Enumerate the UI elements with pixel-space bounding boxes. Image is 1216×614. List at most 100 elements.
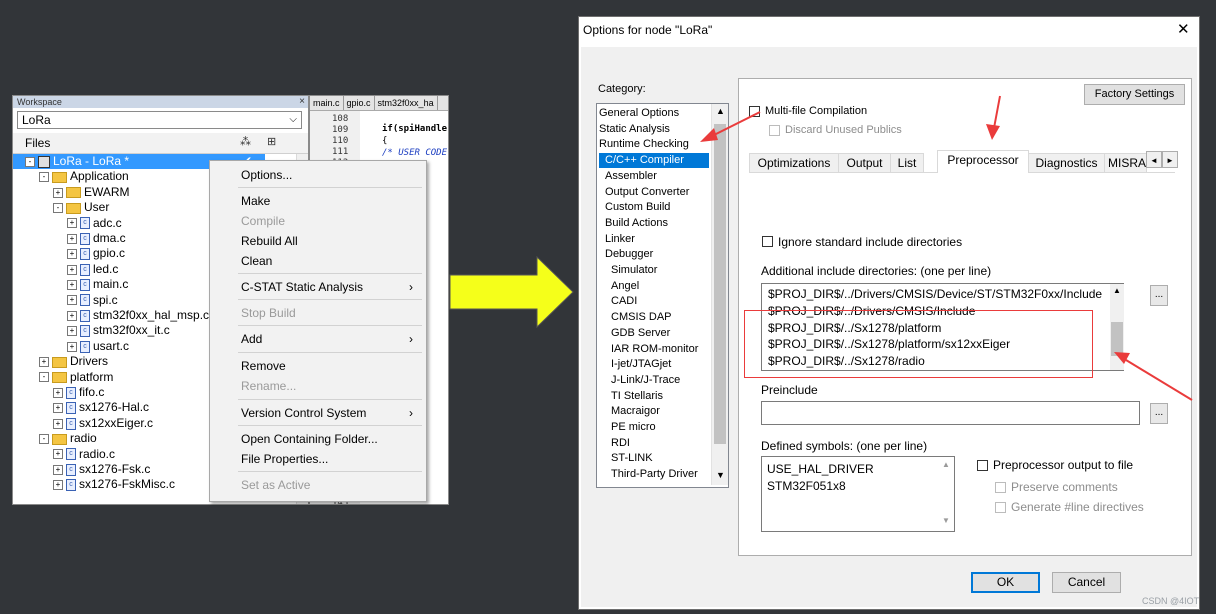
category-item[interactable]: GDB Server	[611, 326, 670, 341]
expand-icon[interactable]: +	[53, 480, 63, 491]
scroll-up-icon[interactable]: ▲	[716, 106, 725, 116]
tree-folder-item[interactable]: - Application	[13, 169, 129, 184]
menu-item-set-as-active[interactable]: Set as Active	[241, 477, 310, 493]
tab-output[interactable]: Output	[838, 153, 891, 172]
menu-item-compile[interactable]: Compile	[241, 213, 285, 229]
tab-optimizations[interactable]: Optimizations	[749, 153, 839, 172]
menu-item-open-containing-folder[interactable]: Open Containing Folder...	[241, 431, 378, 447]
category-item[interactable]: Macraigor	[611, 404, 660, 419]
category-item[interactable]: CMSIS DAP	[611, 310, 672, 325]
category-item[interactable]: General Options	[599, 106, 679, 121]
tree-file-item[interactable]: + c gpio.c	[13, 246, 125, 261]
menu-item-options[interactable]: Options...	[241, 167, 292, 183]
tree-file-item[interactable]: + c dma.c	[13, 231, 126, 246]
scroll-up-icon[interactable]: ▲	[942, 460, 950, 469]
include-scrollbar[interactable]: ▲	[1110, 284, 1124, 370]
factory-settings-button[interactable]: Factory Settings	[1084, 84, 1185, 105]
menu-item-c-stat-static-analysis[interactable]: C-STAT Static Analysis	[241, 279, 363, 295]
category-list[interactable]: ▲ ▼ General Options Static Analysis Runtim…	[596, 103, 729, 488]
expand-icon[interactable]: +	[39, 357, 49, 368]
expand-icon[interactable]: +	[53, 464, 63, 475]
scrollbar-thumb[interactable]	[1111, 322, 1123, 356]
editor-tab-stm32[interactable]: stm32f0xx_ha	[375, 96, 438, 110]
category-item[interactable]: PE micro	[611, 420, 656, 435]
category-scrollbar[interactable]: ▲ ▼	[711, 104, 728, 485]
expand-icon[interactable]: +	[53, 418, 63, 429]
defined-scrollbar[interactable]: ▲ ▼	[940, 457, 954, 531]
discard-unused-checkbox[interactable]	[769, 125, 780, 136]
expand-icon[interactable]: +	[67, 326, 77, 337]
close-icon[interactable]: ✕	[1177, 20, 1190, 38]
expand-icon[interactable]: +	[53, 449, 63, 460]
menu-item-clean[interactable]: Clean	[241, 253, 272, 269]
category-item[interactable]: Assembler	[605, 169, 657, 184]
tree-file-item[interactable]: + c fifo.c	[13, 385, 104, 400]
expand-icon[interactable]: +	[67, 280, 77, 291]
category-item[interactable]: Third-Party Driver	[611, 467, 698, 482]
category-item[interactable]: Build Actions	[605, 216, 668, 231]
category-item[interactable]: RDI	[611, 436, 630, 451]
menu-item-rename[interactable]: Rename...	[241, 378, 296, 394]
expand-icon[interactable]: +	[53, 187, 63, 198]
preinclude-input[interactable]	[761, 401, 1140, 425]
tree-file-item[interactable]: + c spi.c	[13, 293, 118, 308]
scrollbar-thumb[interactable]	[714, 124, 726, 444]
category-item[interactable]: I-jet/JTAGjet	[611, 357, 671, 372]
workspace-config-select[interactable]: LoRa ⌵	[17, 111, 302, 129]
multifile-checkbox[interactable]	[749, 106, 760, 117]
collapse-icon[interactable]: -	[53, 203, 63, 214]
tree-folder-item[interactable]: - radio	[13, 431, 97, 446]
cancel-button[interactable]: Cancel	[1052, 572, 1121, 593]
category-item[interactable]: Angel	[611, 279, 639, 294]
tree-file-item[interactable]: + c usart.c	[13, 339, 129, 354]
tree-folder-item[interactable]: + EWARM	[13, 185, 130, 200]
tab-diagnostics[interactable]: Diagnostics	[1028, 153, 1105, 172]
generate-line-checkbox[interactable]	[995, 502, 1006, 513]
category-item[interactable]: TI Stellaris	[611, 389, 663, 404]
expand-icon[interactable]: +	[67, 310, 77, 321]
expand-icon[interactable]: +	[67, 218, 77, 229]
menu-item-stop-build[interactable]: Stop Build	[241, 305, 296, 321]
menu-item-rebuild-all[interactable]: Rebuild All	[241, 233, 298, 249]
expand-icon[interactable]: +	[53, 387, 63, 398]
category-item[interactable]: Simulator	[611, 263, 657, 278]
tree-file-item[interactable]: + c led.c	[13, 262, 118, 277]
preserve-comments-checkbox[interactable]	[995, 482, 1006, 493]
menu-item-add[interactable]: Add	[241, 331, 262, 347]
scroll-down-icon[interactable]: ▼	[942, 516, 950, 525]
collapse-icon[interactable]: -	[39, 172, 49, 183]
category-item[interactable]: J-Link/J-Trace	[611, 373, 680, 388]
scroll-down-icon[interactable]: ▼	[716, 470, 725, 480]
tree-folder-item[interactable]: - platform	[13, 370, 113, 385]
tree-folder-item[interactable]: - User	[13, 200, 109, 215]
editor-tab-main[interactable]: main.c	[310, 96, 344, 110]
category-item[interactable]: C/C++ Compiler	[605, 153, 684, 168]
menu-item-make[interactable]: Make	[241, 193, 270, 209]
tree-file-item[interactable]: + c main.c	[13, 277, 128, 292]
expand-icon[interactable]: +	[67, 295, 77, 306]
expand-icon[interactable]: +	[67, 249, 77, 260]
tab-preprocessor[interactable]: Preprocessor	[937, 150, 1029, 173]
category-item[interactable]: IAR ROM-monitor	[611, 342, 698, 357]
close-icon[interactable]: ×	[299, 96, 305, 108]
ok-button[interactable]: OK	[971, 572, 1040, 593]
category-item[interactable]: Custom Build	[605, 200, 670, 215]
collapse-icon[interactable]: -	[25, 156, 35, 167]
tree-file-item[interactable]: + c sx1276-FskMisc.c	[13, 477, 175, 492]
tree-file-item[interactable]: + c radio.c	[13, 447, 115, 462]
tree-file-item[interactable]: + c sx1276-Hal.c	[13, 400, 149, 415]
expand-icon[interactable]: +	[67, 341, 77, 352]
category-item[interactable]: Output Converter	[605, 185, 689, 200]
include-browse-button[interactable]: ...	[1150, 285, 1168, 306]
build-status-column-icon[interactable]: ⁂	[240, 135, 251, 148]
menu-item-remove[interactable]: Remove	[241, 358, 286, 374]
tree-file-item[interactable]: + c sx1276-Fsk.c	[13, 462, 150, 477]
expand-icon[interactable]: +	[67, 264, 77, 275]
defined-symbols-textarea[interactable]: USE_HAL_DRIVER STM32F051x8 ▲ ▼	[761, 456, 955, 532]
tab-scroll-left-icon[interactable]: ◄	[1146, 151, 1162, 168]
category-item[interactable]: Static Analysis	[599, 122, 670, 137]
ignore-standard-checkbox[interactable]	[762, 236, 773, 247]
category-item[interactable]: ST-LINK	[611, 451, 653, 466]
expand-icon[interactable]: +	[53, 403, 63, 414]
collapse-icon[interactable]: -	[39, 434, 49, 445]
